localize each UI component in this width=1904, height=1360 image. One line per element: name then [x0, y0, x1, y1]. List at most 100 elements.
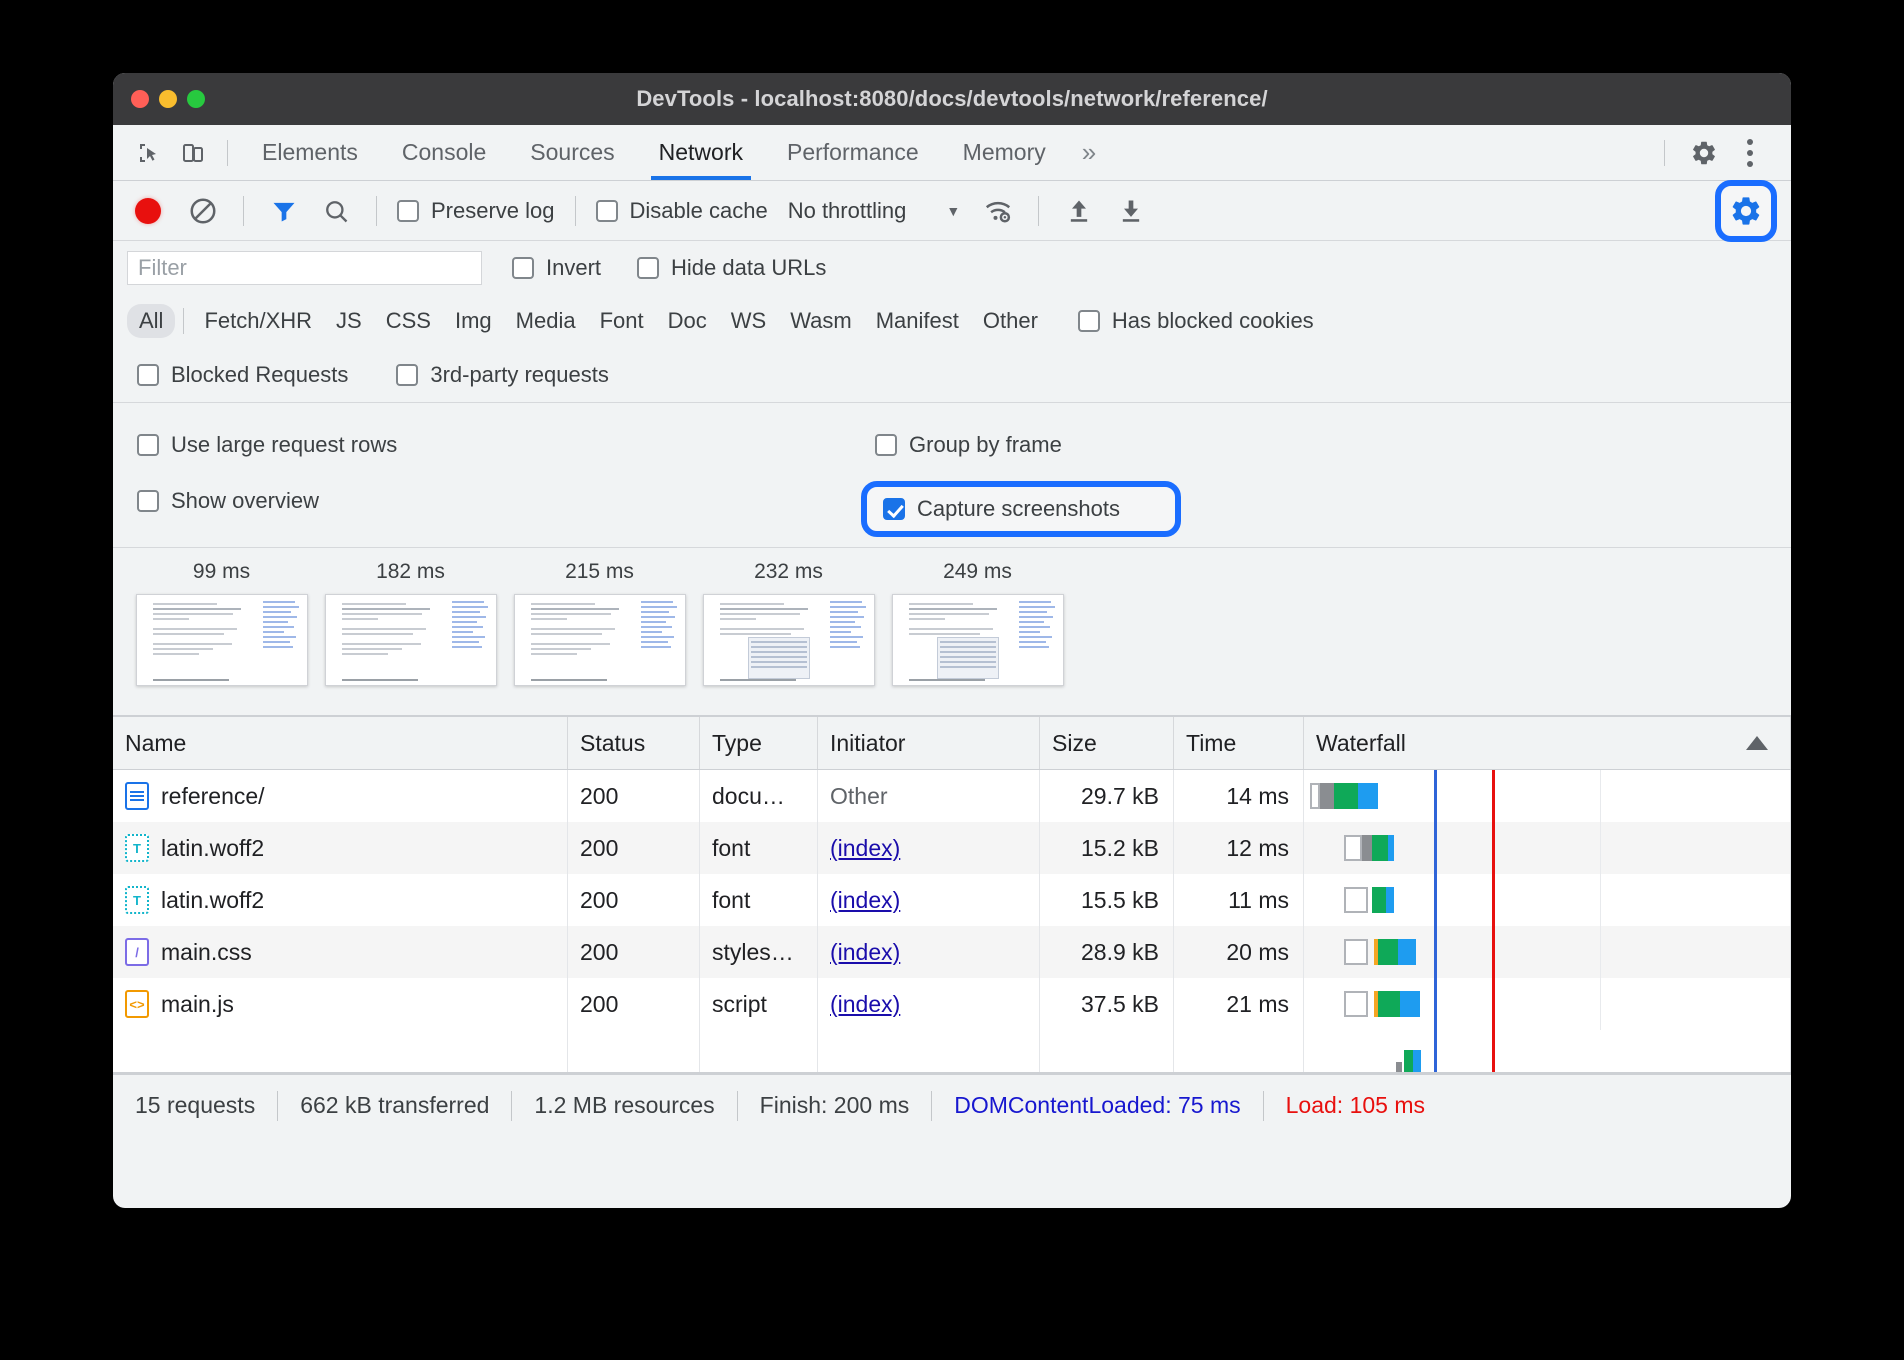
capture-screenshots-checkbox[interactable]: Capture screenshots [861, 481, 1181, 537]
tab-elements[interactable]: Elements [240, 125, 380, 180]
column-header-name[interactable]: Name [113, 717, 568, 769]
group-by-frame-box[interactable] [875, 434, 897, 456]
filmstrip-frame[interactable]: 215 ms [505, 560, 694, 686]
type-filter-img[interactable]: Img [443, 304, 504, 338]
device-toolbar-icon[interactable] [171, 133, 215, 173]
hide-data-urls-box[interactable] [637, 257, 659, 279]
column-header-status[interactable]: Status [568, 717, 700, 769]
blocked-requests-box[interactable] [137, 364, 159, 386]
search-icon[interactable] [316, 191, 356, 231]
disable-cache-checkbox[interactable]: Disable cache [596, 198, 768, 224]
has-blocked-cookies-checkbox[interactable]: Has blocked cookies [1078, 308, 1314, 334]
initiator-link[interactable]: (index) [830, 887, 900, 914]
cell-initiator[interactable]: (index) [818, 926, 1040, 978]
filmstrip-thumbnail[interactable] [325, 594, 497, 686]
throttling-dropdown[interactable]: No throttling ▼ [788, 198, 960, 224]
column-header-initiator[interactable]: Initiator [818, 717, 1040, 769]
wifi-settings-icon[interactable] [978, 191, 1018, 231]
filmstrip-thumbnail[interactable] [892, 594, 1064, 686]
filmstrip-thumbnail[interactable] [514, 594, 686, 686]
has-blocked-cookies-box[interactable] [1078, 310, 1100, 332]
cell-type: font [700, 822, 818, 874]
cell-initiator[interactable]: (index) [818, 822, 1040, 874]
type-filter-other[interactable]: Other [971, 304, 1050, 338]
table-row[interactable]: T latin.woff2 200 font (index) 15.5 kB 1… [113, 874, 1791, 926]
cell-waterfall [1304, 874, 1791, 926]
network-settings-gear-icon[interactable] [1715, 180, 1777, 242]
filmstrip-frame[interactable]: 249 ms [883, 560, 1072, 686]
record-button[interactable] [135, 198, 161, 224]
resource-type-filters: All Fetch/XHR JS CSS Img Media Font Doc … [113, 295, 1791, 347]
cell-size: 37.5 kB [1040, 978, 1174, 1030]
use-large-request-rows-box[interactable] [137, 434, 159, 456]
preserve-log-box[interactable] [397, 200, 419, 222]
type-filter-fetch-xhr[interactable]: Fetch/XHR [192, 304, 324, 338]
tab-performance[interactable]: Performance [765, 125, 941, 180]
show-overview-checkbox[interactable]: Show overview [137, 488, 319, 514]
type-filter-wasm[interactable]: Wasm [778, 304, 864, 338]
table-row[interactable]: T latin.woff2 200 font (index) 15.2 kB 1… [113, 822, 1791, 874]
invert-label: Invert [546, 255, 601, 281]
filter-input[interactable]: Filter [127, 251, 482, 285]
type-filter-font[interactable]: Font [588, 304, 656, 338]
column-header-size[interactable]: Size [1040, 717, 1174, 769]
gear-icon[interactable] [1681, 132, 1727, 174]
filmstrip-thumbnail[interactable] [136, 594, 308, 686]
table-row-partial[interactable] [113, 1030, 1791, 1074]
invert-box[interactable] [512, 257, 534, 279]
toolbar-divider-1 [243, 196, 244, 226]
type-filter-doc[interactable]: Doc [656, 304, 719, 338]
toolbar-divider-4 [1038, 196, 1039, 226]
type-filter-all[interactable]: All [127, 304, 175, 338]
tab-network[interactable]: Network [637, 125, 765, 180]
preserve-log-checkbox[interactable]: Preserve log [397, 198, 555, 224]
cell-initiator[interactable]: (index) [818, 874, 1040, 926]
hide-data-urls-checkbox[interactable]: Hide data URLs [637, 255, 826, 281]
type-filter-media[interactable]: Media [504, 304, 588, 338]
column-header-waterfall[interactable]: Waterfall [1304, 717, 1791, 769]
use-large-request-rows-checkbox[interactable]: Use large request rows [137, 432, 397, 458]
table-row[interactable]: reference/ 200 docu… Other 29.7 kB 14 ms [113, 770, 1791, 822]
js-file-icon: <> [125, 990, 149, 1018]
type-filter-ws[interactable]: WS [719, 304, 778, 338]
tab-sources[interactable]: Sources [508, 125, 636, 180]
download-har-icon[interactable] [1111, 191, 1151, 231]
blocked-requests-checkbox[interactable]: Blocked Requests [137, 362, 348, 388]
initiator-link[interactable]: (index) [830, 939, 900, 966]
clear-icon[interactable] [183, 191, 223, 231]
table-header: Name Status Type Initiator Size Time Wat… [113, 716, 1791, 770]
capture-screenshots-box[interactable] [883, 498, 905, 520]
filmstrip-frame[interactable]: 232 ms [694, 560, 883, 686]
third-party-requests-checkbox[interactable]: 3rd-party requests [396, 362, 609, 388]
filmstrip-thumbnail[interactable] [703, 594, 875, 686]
cell-initiator[interactable]: (index) [818, 978, 1040, 1030]
filter-icon[interactable] [264, 191, 304, 231]
tab-console[interactable]: Console [380, 125, 508, 180]
inspect-element-icon[interactable] [127, 133, 171, 173]
type-filter-css[interactable]: CSS [374, 304, 443, 338]
kebab-menu-icon[interactable] [1727, 132, 1773, 174]
type-filter-js[interactable]: JS [324, 304, 374, 338]
filmstrip-frame[interactable]: 99 ms [127, 560, 316, 686]
initiator-link[interactable]: (index) [830, 991, 900, 1018]
cell-waterfall [1304, 770, 1791, 822]
tab-label: Elements [262, 139, 358, 166]
third-party-requests-box[interactable] [396, 364, 418, 386]
cell-status: 200 [568, 874, 700, 926]
column-header-time[interactable]: Time [1174, 717, 1304, 769]
filmstrip-frame[interactable]: 182 ms [316, 560, 505, 686]
disable-cache-box[interactable] [596, 200, 618, 222]
tab-memory[interactable]: Memory [941, 125, 1068, 180]
initiator-link[interactable]: (index) [830, 835, 900, 862]
more-tabs-icon[interactable]: » [1068, 125, 1110, 180]
blocked-filters-row: Blocked Requests 3rd-party requests [113, 347, 1791, 403]
table-row[interactable]: <> main.js 200 script (index) 37.5 kB 21… [113, 978, 1791, 1030]
cell-name: <> main.js [113, 978, 568, 1030]
type-filter-manifest[interactable]: Manifest [864, 304, 971, 338]
show-overview-box[interactable] [137, 490, 159, 512]
group-by-frame-checkbox[interactable]: Group by frame [875, 432, 1062, 458]
upload-har-icon[interactable] [1059, 191, 1099, 231]
invert-checkbox[interactable]: Invert [512, 255, 601, 281]
column-header-type[interactable]: Type [700, 717, 818, 769]
table-row[interactable]: / main.css 200 styles… (index) 28.9 kB 2… [113, 926, 1791, 978]
